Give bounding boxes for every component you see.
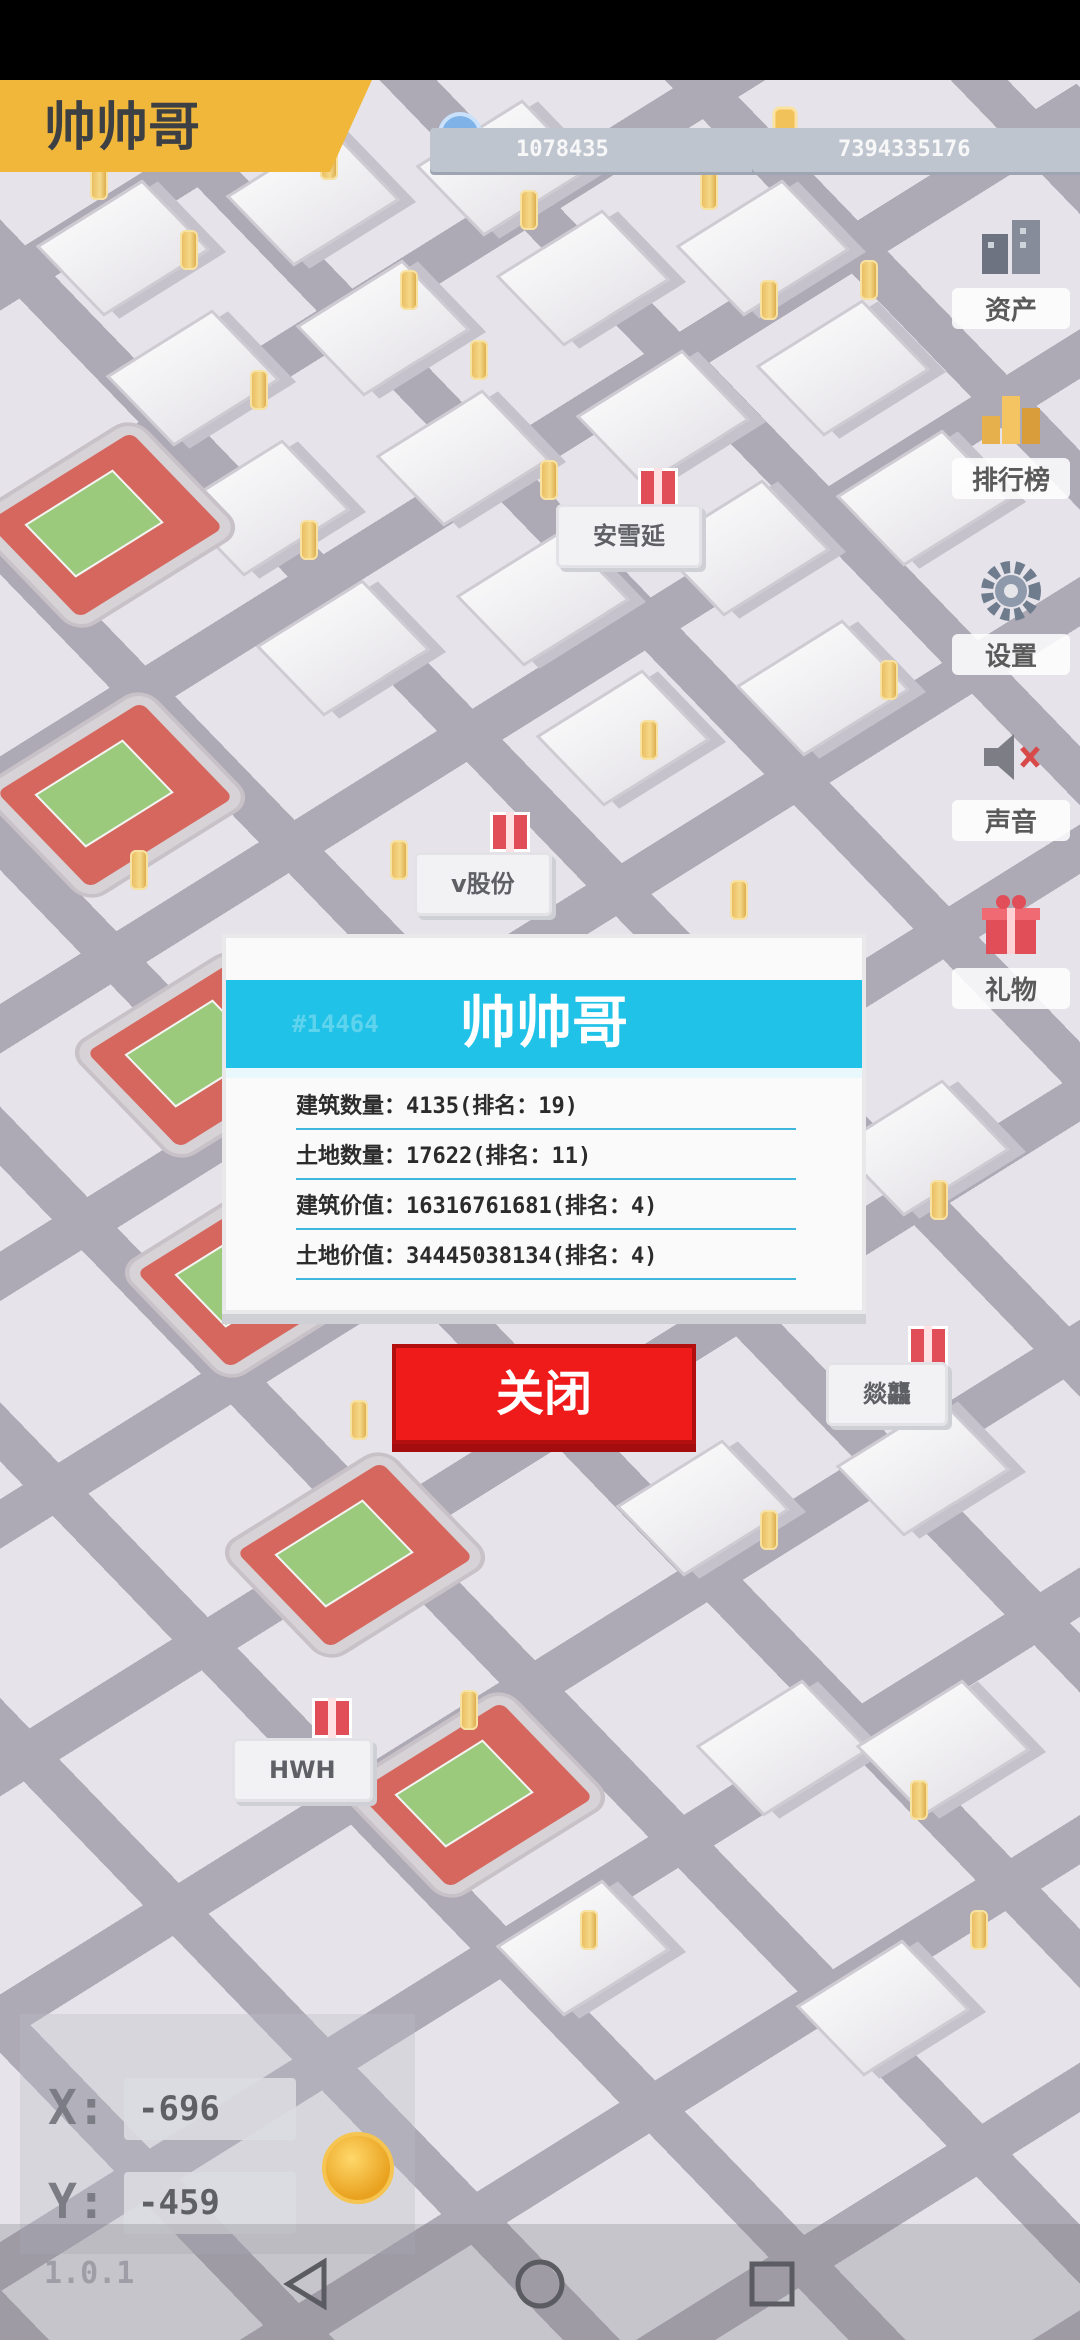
- building[interactable]: [375, 389, 551, 527]
- coin-marker[interactable]: [520, 190, 538, 230]
- coin-marker[interactable]: [300, 520, 318, 560]
- gift-marker-icon[interactable]: [908, 1326, 948, 1366]
- recents-icon[interactable]: [742, 2254, 802, 2314]
- coin-marker[interactable]: [390, 840, 408, 880]
- gift-button[interactable]: 礼物: [952, 890, 1070, 1009]
- gift-marker-icon[interactable]: [490, 812, 530, 852]
- coin-counter: 7394335176: [752, 128, 1080, 172]
- coin-marker[interactable]: [930, 1180, 948, 1220]
- dialog-header: #14464 帅帅哥: [226, 980, 862, 1078]
- player-name: 帅帅哥: [44, 98, 201, 158]
- assets-button[interactable]: 资产: [952, 210, 1070, 329]
- coin-marker[interactable]: [350, 1400, 368, 1440]
- status-bar: [0, 0, 1080, 80]
- back-icon[interactable]: [278, 2254, 338, 2314]
- ranking-label: 排行榜: [952, 458, 1070, 499]
- leaderboard-icon: [982, 396, 1040, 444]
- coin-marker[interactable]: [860, 260, 878, 300]
- sound-button[interactable]: 声音: [952, 722, 1070, 841]
- gift-marker-icon[interactable]: [312, 1698, 352, 1738]
- sound-label: 声音: [952, 800, 1070, 841]
- settings-button[interactable]: 设置: [952, 556, 1070, 675]
- stadium[interactable]: [221, 1449, 489, 1661]
- home-icon[interactable]: [510, 2254, 570, 2314]
- stadium[interactable]: [0, 689, 249, 901]
- coin-marker[interactable]: [970, 1910, 988, 1950]
- x-coordinate-value[interactable]: -696: [124, 2078, 296, 2140]
- dialog-title: 帅帅哥: [460, 991, 628, 1056]
- map-player-label[interactable]: 燚龘: [826, 1362, 948, 1426]
- coin-marker[interactable]: [880, 660, 898, 700]
- coin-marker[interactable]: [640, 720, 658, 760]
- gift-marker-icon[interactable]: [638, 468, 678, 508]
- stat-land-count: 土地数量：17622(排名：11): [296, 1136, 796, 1180]
- map-player-label[interactable]: v股份: [414, 852, 552, 916]
- building[interactable]: [695, 1679, 871, 1817]
- ranking-button[interactable]: 排行榜: [952, 380, 1070, 499]
- building[interactable]: [575, 349, 751, 487]
- coin-marker[interactable]: [250, 370, 268, 410]
- locate-coin-button[interactable]: [322, 2132, 394, 2204]
- gift-label: 礼物: [952, 968, 1070, 1009]
- coin-marker[interactable]: [180, 230, 198, 270]
- gift-icon: [982, 895, 1040, 954]
- stadium[interactable]: [0, 419, 239, 631]
- coin-marker[interactable]: [760, 280, 778, 320]
- coin-marker[interactable]: [760, 1510, 778, 1550]
- building[interactable]: [855, 1679, 1031, 1817]
- building[interactable]: [255, 579, 431, 717]
- coin-marker[interactable]: [700, 170, 718, 210]
- coin-marker[interactable]: [730, 880, 748, 920]
- building[interactable]: [795, 1939, 971, 2077]
- building[interactable]: [755, 299, 931, 437]
- building[interactable]: [535, 669, 711, 807]
- building[interactable]: [495, 209, 671, 347]
- gear-icon: [981, 561, 1041, 621]
- y-coordinate-label: Y:: [48, 2174, 106, 2230]
- stat-building-count: 建筑数量：4135(排名：19): [296, 1086, 796, 1130]
- building[interactable]: [295, 259, 471, 397]
- coin-marker[interactable]: [470, 340, 488, 380]
- coin-marker[interactable]: [130, 850, 148, 890]
- coin-marker[interactable]: [540, 460, 558, 500]
- buildings-icon: [982, 220, 1040, 274]
- coin-marker[interactable]: [580, 1910, 598, 1950]
- close-button[interactable]: 关闭: [392, 1344, 696, 1444]
- speaker-muted-icon: [984, 734, 1040, 780]
- building[interactable]: [615, 1439, 791, 1577]
- assets-label: 资产: [952, 288, 1070, 329]
- player-info-dialog: #14464 帅帅哥 建筑数量：4135(排名：19) 土地数量：17622(排…: [222, 934, 866, 1314]
- coin-marker[interactable]: [400, 270, 418, 310]
- coin-marker[interactable]: [910, 1780, 928, 1820]
- map-player-label[interactable]: HWH: [232, 1738, 373, 1802]
- stat-building-value: 建筑价值：16316761681(排名：4): [296, 1186, 796, 1230]
- stat-land-value: 土地价值：34445038134(排名：4): [296, 1236, 796, 1280]
- map-player-label[interactable]: 安雪延: [556, 504, 702, 568]
- coin-marker[interactable]: [460, 1690, 478, 1730]
- navigation-bar: [0, 2224, 1080, 2340]
- settings-label: 设置: [952, 634, 1070, 675]
- x-coordinate-label: X:: [48, 2080, 106, 2136]
